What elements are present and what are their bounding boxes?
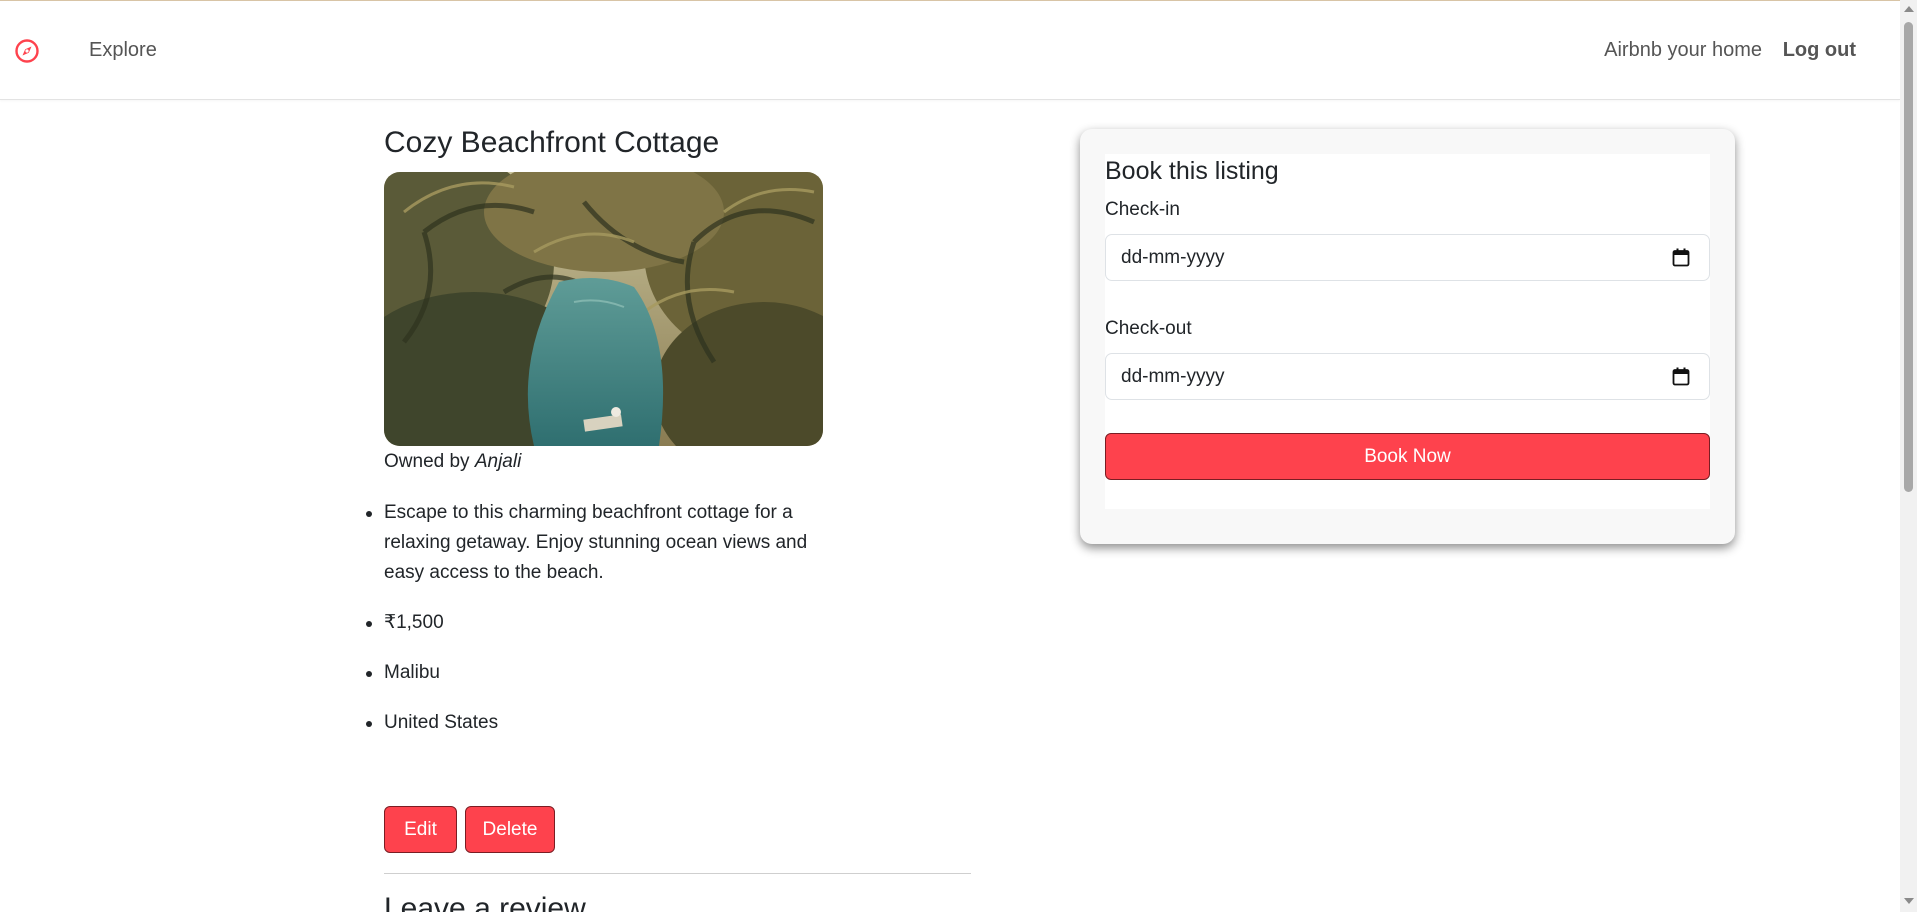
calendar-icon[interactable] <box>1672 367 1690 386</box>
page: Explore Airbnb your home Log out Cozy Be… <box>0 0 1917 912</box>
booking-form: Book this listing Check-in dd-mm-yyyy Ch… <box>1105 154 1710 509</box>
booking-card: Book this listing Check-in dd-mm-yyyy Ch… <box>1080 129 1735 544</box>
owner-name: Anjali <box>474 451 522 472</box>
calendar-icon[interactable] <box>1672 248 1690 267</box>
owner-prefix: Owned by <box>384 451 470 472</box>
checkout-date-input[interactable]: dd-mm-yyyy <box>1105 353 1710 400</box>
compass-icon[interactable] <box>14 38 40 64</box>
review-heading: Leave a review <box>384 892 586 912</box>
scroll-up-arrow-icon[interactable] <box>1904 6 1914 12</box>
listing-owner: Owned by Anjali <box>384 451 521 473</box>
divider <box>384 873 971 874</box>
listing-image <box>384 172 823 446</box>
nav-airbnb-your-home-link[interactable]: Airbnb your home <box>1604 39 1762 62</box>
nav-explore-link[interactable]: Explore <box>89 39 157 62</box>
checkin-label: Check-in <box>1105 199 1180 220</box>
listing-price: ₹1,500 <box>366 608 836 638</box>
book-now-button[interactable]: Book Now <box>1105 433 1710 480</box>
edit-button[interactable]: Edit <box>384 806 457 853</box>
delete-button[interactable]: Delete <box>465 806 555 853</box>
nav-logout-link[interactable]: Log out <box>1783 39 1856 62</box>
checkin-placeholder: dd-mm-yyyy <box>1121 247 1225 268</box>
checkin-date-input[interactable]: dd-mm-yyyy <box>1105 234 1710 281</box>
listing-location: Malibu <box>366 658 836 688</box>
navbar: Explore Airbnb your home Log out <box>0 1 1900 100</box>
listing-description: Escape to this charming beachfront cotta… <box>366 498 836 588</box>
checkout-label: Check-out <box>1105 318 1192 339</box>
scrollbar-thumb[interactable] <box>1904 22 1913 492</box>
scrollbar[interactable] <box>1900 0 1917 912</box>
checkout-placeholder: dd-mm-yyyy <box>1121 366 1225 387</box>
listing-title: Cozy Beachfront Cottage <box>384 126 720 159</box>
listing-country: United States <box>366 708 836 738</box>
booking-title: Book this listing <box>1105 157 1279 185</box>
listing-details: Escape to this charming beachfront cotta… <box>366 498 836 758</box>
scroll-down-arrow-icon[interactable] <box>1904 898 1914 904</box>
